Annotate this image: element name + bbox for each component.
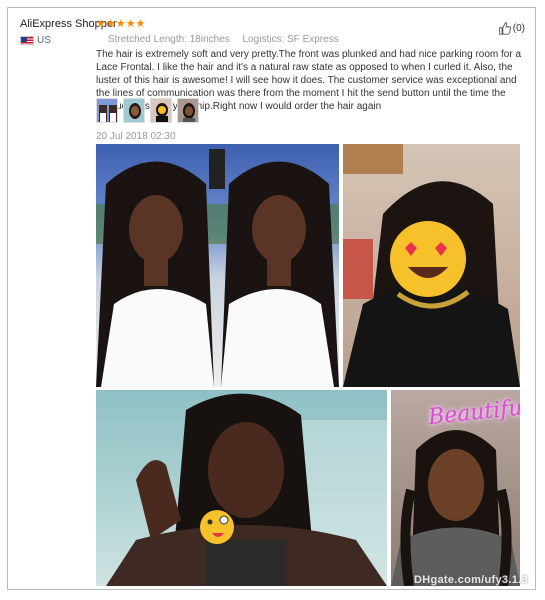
helpful-button[interactable]: (0) [498, 22, 525, 35]
reviewer-country: US [37, 35, 51, 46]
review-photo-1[interactable] [96, 144, 339, 387]
attr-length-label: Stretched Length: [108, 34, 187, 45]
thumbnail-2[interactable] [123, 98, 145, 123]
us-flag-icon [20, 36, 34, 45]
thumbnail-3[interactable] [150, 98, 172, 123]
watermark-text: DHgate.com/ufy3.1.3 [414, 574, 528, 586]
rating-stars: ★★★★★ [96, 18, 146, 30]
photo-thumbnails [96, 98, 199, 123]
review-photo-3[interactable] [96, 390, 387, 586]
thumbs-up-icon [498, 22, 511, 35]
thumbnail-4[interactable] [177, 98, 199, 123]
attr-logistics-value: SF Express [287, 34, 339, 45]
helpful-count: (0) [512, 23, 525, 34]
attr-length-value: 18inches [189, 34, 230, 45]
review-photo-4[interactable]: Beautiful [391, 390, 520, 586]
thumbnail-1[interactable] [96, 98, 118, 123]
review-photo-2[interactable] [343, 144, 520, 387]
review-attributes: Stretched Length: 18inches Logistics: SF… [108, 34, 349, 45]
review-card: AliExpress Shopper ★★★★★ US Stretched Le… [7, 7, 536, 590]
attr-logistics-label: Logistics: [242, 34, 285, 45]
review-date: 20 Jul 2018 02:30 [96, 131, 176, 142]
